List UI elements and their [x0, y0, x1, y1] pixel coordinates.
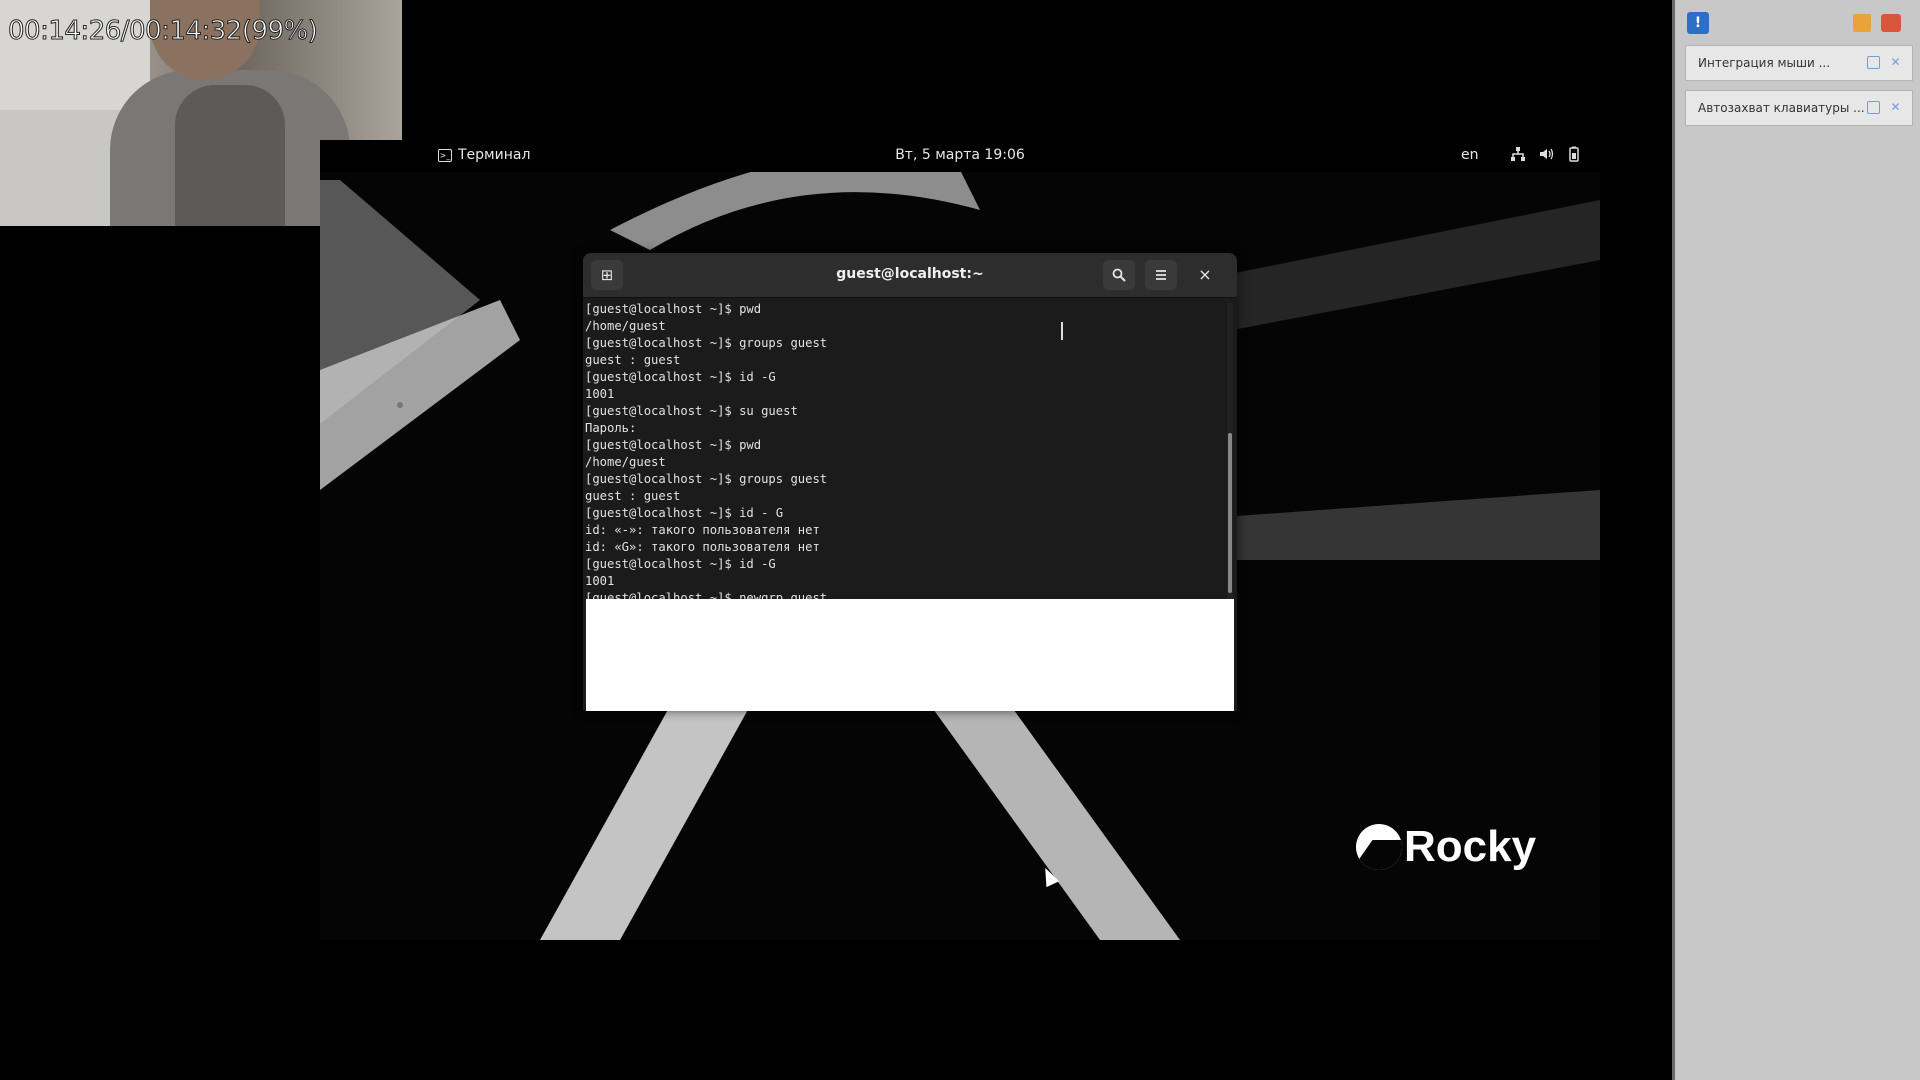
system-tray[interactable] [1510, 146, 1582, 162]
hamburger-menu-icon [1156, 270, 1166, 280]
vm-screen[interactable]: >_ Терминал Вт, 5 марта 19:06 en ⊞ guest… [320, 140, 1600, 940]
notification-item[interactable]: Интеграция мыши ... ✕ [1685, 45, 1913, 81]
scrollbar-thumb[interactable] [1228, 433, 1232, 593]
terminal-line: [guest@localhost ~]$ pwd [585, 438, 762, 452]
network-icon[interactable] [1510, 146, 1526, 162]
terminal-line: id: «-»: такого пользователя нет [585, 523, 820, 537]
search-button[interactable] [1103, 260, 1135, 290]
terminal-line: [guest@localhost ~]$ pwd [585, 302, 762, 316]
terminal-scrollbar[interactable] [1227, 303, 1233, 599]
notification-close-icon[interactable]: ✕ [1889, 56, 1902, 69]
terminal-line: 1001 [585, 387, 615, 401]
terminal-line: [guest@localhost ~]$ groups guest [585, 472, 828, 486]
clock[interactable]: Вт, 5 марта 19:06 [320, 147, 1600, 163]
volume-icon[interactable] [1538, 146, 1554, 162]
recording-timer: 00:14:26/00:14:32(99%) [7, 16, 318, 47]
dismiss-all-icon[interactable] [1881, 14, 1901, 32]
terminal-output[interactable]: [guest@localhost ~]$ pwd/home/guest [gues… [583, 297, 1223, 599]
terminal-line: [guest@localhost ~]$ id -G [585, 370, 776, 384]
terminal-line: [guest@localhost ~]$ su guest [585, 404, 798, 418]
search-icon [1112, 268, 1126, 282]
terminal-headerbar[interactable]: ⊞ guest@localhost:~ × [583, 253, 1237, 298]
rocky-brand-text: Rocky [1404, 822, 1537, 871]
close-button[interactable]: × [1189, 260, 1221, 290]
gnome-top-bar: >_ Терминал Вт, 5 марта 19:06 en [320, 140, 1600, 172]
terminal-line: guest : guest [585, 489, 681, 503]
menu-button[interactable] [1145, 260, 1177, 290]
window-title: guest@localhost:~ [836, 266, 984, 282]
keyboard-layout-indicator[interactable]: en [1461, 147, 1479, 163]
terminal-line: Пароль: [585, 421, 637, 435]
notification-icon[interactable]: ! [1687, 12, 1709, 34]
notification-details-icon[interactable] [1867, 101, 1880, 114]
terminal-line: guest : guest [585, 353, 681, 367]
terminal-line: [guest@localhost ~]$ newgrp guest [585, 591, 828, 599]
text-cursor [1061, 322, 1063, 340]
terminal-line: 1001 [585, 574, 615, 588]
terminal-line: id: «G»: такого пользователя нет [585, 540, 820, 554]
terminal-window[interactable]: ⊞ guest@localhost:~ × [guest@localhost ~… [583, 253, 1237, 711]
notification-close-icon[interactable]: ✕ [1889, 101, 1902, 114]
rocky-logo: Rocky [1356, 822, 1536, 872]
terminal-line: [guest@localhost ~]$ id -G [585, 557, 776, 571]
notification-text: Интеграция мыши ... [1698, 56, 1831, 70]
webcam-person-shirt [175, 85, 285, 226]
rocky-mark-icon [1356, 824, 1402, 870]
battery-icon[interactable] [1566, 146, 1582, 162]
notification-item[interactable]: Автозахват клавиатуры ... ✕ [1685, 90, 1913, 126]
panel-toggle-icon[interactable] [1853, 14, 1871, 32]
notification-details-icon[interactable] [1867, 56, 1880, 69]
notification-center-panel: ! Интеграция мыши ... ✕ Автозахват клави… [1672, 0, 1920, 1080]
render-artifact [586, 599, 1234, 711]
close-icon: × [1198, 265, 1212, 284]
notification-text: Автозахват клавиатуры ... [1698, 101, 1865, 115]
terminal-line: [guest@localhost ~]$ groups guest [585, 336, 828, 350]
terminal-line: /home/guest [585, 455, 666, 469]
terminal-line: /home/guest [585, 319, 666, 333]
terminal-line: [guest@localhost ~]$ id - G [585, 506, 784, 520]
